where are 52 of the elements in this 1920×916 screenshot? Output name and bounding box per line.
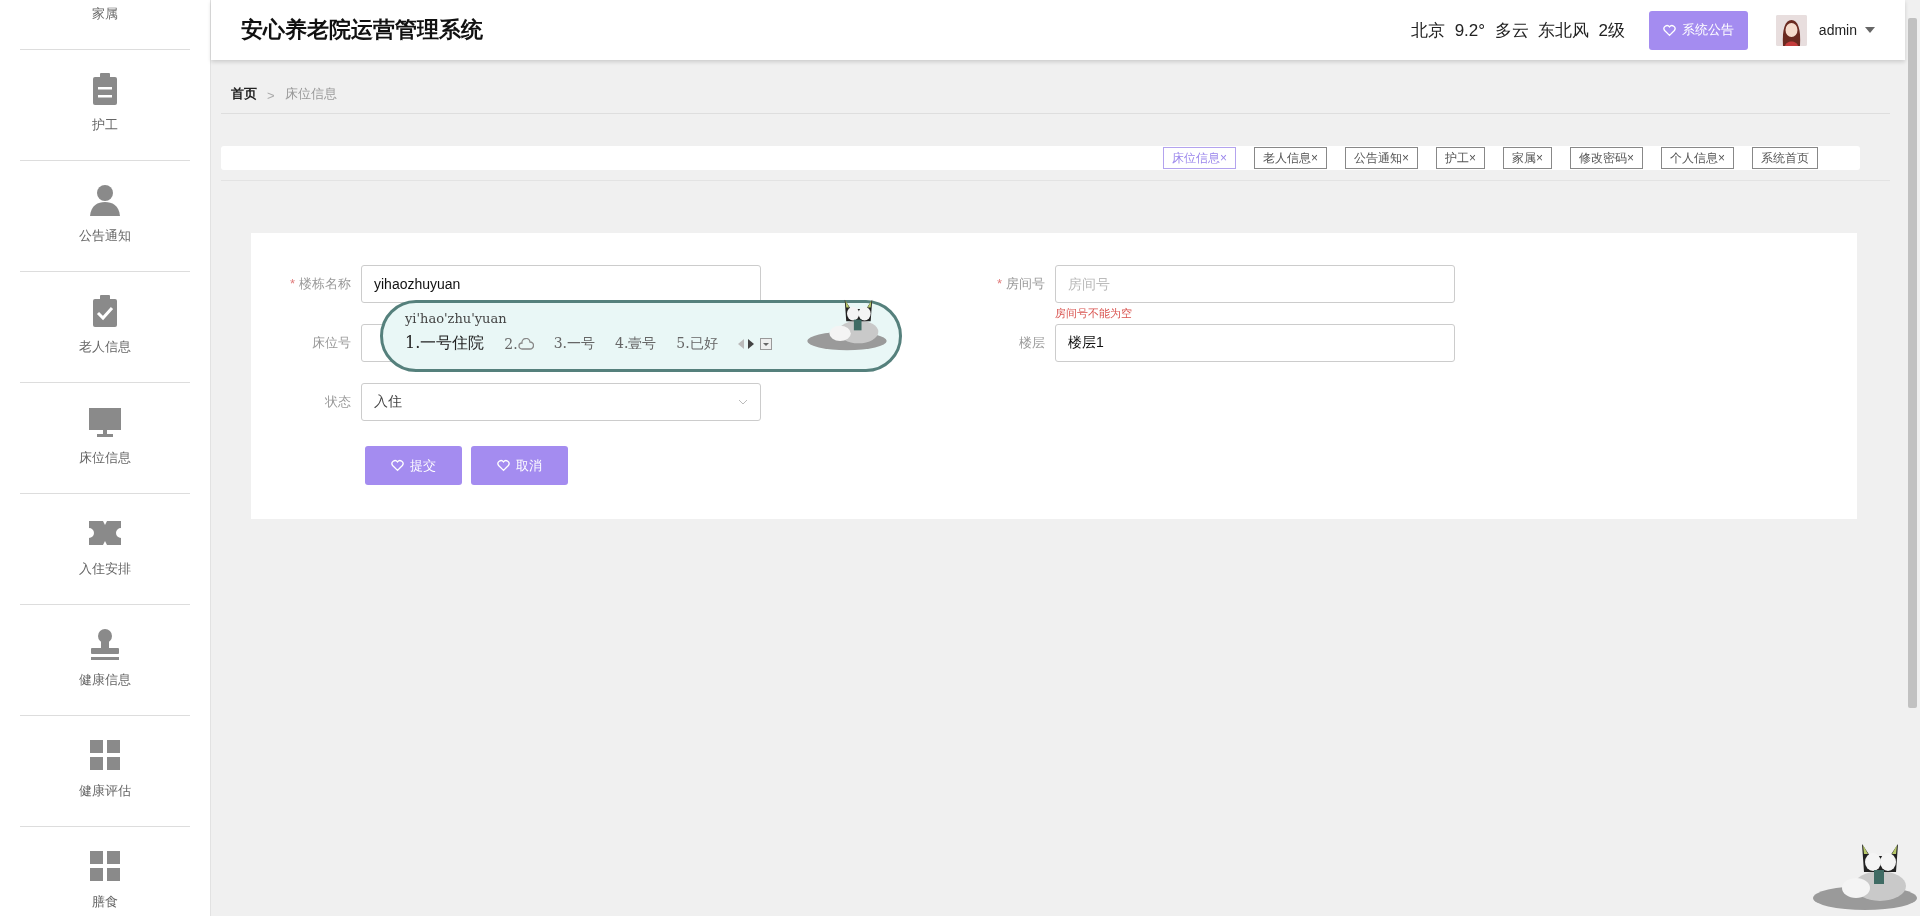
page-tab[interactable]: 个人信息× — [1661, 147, 1734, 169]
ime-candidate[interactable]: 5.已好 — [676, 334, 718, 353]
page-tab[interactable]: 系统首页 — [1752, 147, 1818, 169]
input-field[interactable]: yihaozhuyuan — [361, 265, 761, 303]
page-tab[interactable]: 家属× — [1502, 147, 1552, 169]
page-tab[interactable]: 修改密码× — [1569, 147, 1643, 169]
monitor-icon — [88, 405, 122, 439]
field-label: 床位号 — [311, 334, 352, 352]
sidebar-item[interactable]: 入住安排 — [20, 494, 190, 605]
chevron-icon — [738, 399, 748, 405]
sidebar-item[interactable]: 家属 — [20, 0, 190, 50]
page-tab[interactable]: 老人信息× — [1253, 147, 1327, 169]
input-field[interactable]: 楼层1 — [1055, 324, 1455, 362]
sidebar-item[interactable]: 健康评估 — [20, 716, 190, 827]
heart-icon — [1662, 23, 1676, 37]
ime-candidate[interactable]: 2. — [504, 335, 534, 352]
user-name[interactable]: admin — [1818, 22, 1857, 38]
sidebar-item[interactable]: 膳食 — [20, 827, 190, 916]
avatar-icon[interactable] — [1775, 14, 1807, 46]
field-label: 状态 — [324, 393, 352, 411]
status-select[interactable]: 入住 — [361, 383, 761, 421]
ime-composition: yi'hao'zhu'yuan — [405, 311, 507, 326]
ime-candidate[interactable]: 3.一号 — [553, 334, 595, 353]
weather-text: 北京 9.2° 多云 东北风 2级 — [1411, 19, 1625, 42]
ime-candidate[interactable]: 4.壹号 — [615, 334, 657, 353]
sidebar-item[interactable]: 老人信息 — [20, 272, 190, 383]
field-label: 楼层 — [1018, 334, 1046, 352]
sidebar-item[interactable]: 健康信息 — [20, 605, 190, 716]
field-label: * 楼栋名称 — [288, 275, 352, 293]
page-tab[interactable]: 公告通知× — [1344, 147, 1418, 169]
dropdown-icon[interactable] — [759, 337, 772, 350]
app-title: 安心养老院运营管理系统 — [241, 16, 483, 44]
caret-icon[interactable] — [1865, 27, 1875, 33]
page-arrows-icon[interactable] — [737, 338, 756, 349]
input-field[interactable]: 房间号 — [1055, 265, 1455, 303]
sidebar-item[interactable]: 床位信息 — [20, 383, 190, 494]
error-text: 房间号不能为空 — [1055, 306, 1132, 321]
page-tab[interactable]: 床位信息× — [1162, 147, 1236, 169]
person-icon — [88, 183, 122, 217]
heart-icon — [497, 459, 510, 472]
breadcrumb-separator: > — [267, 88, 275, 103]
grid-icon — [88, 849, 122, 883]
field-label: * 房间号 — [995, 275, 1046, 293]
cloud-icon — [517, 337, 534, 350]
breadcrumb-link[interactable]: 首页 — [231, 85, 257, 103]
grid-icon — [88, 738, 122, 772]
sidebar-item[interactable]: 公告通知 — [20, 161, 190, 272]
stamp-icon — [88, 627, 122, 661]
heart-icon — [391, 459, 404, 472]
sidebar-item[interactable]: 护工 — [20, 50, 190, 161]
ime-candidate[interactable]: 1.一号住院 — [405, 333, 485, 354]
page-tab[interactable]: 护工× — [1435, 147, 1485, 169]
